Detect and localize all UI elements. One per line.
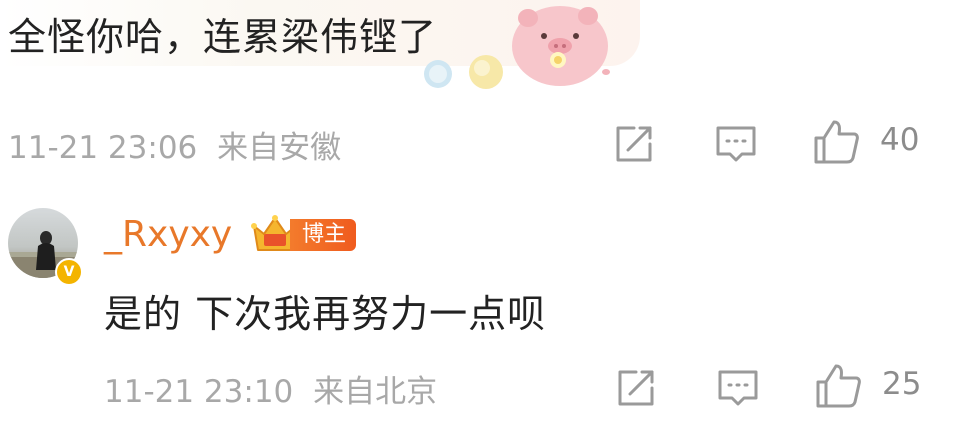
share-icon[interactable] (612, 122, 656, 166)
pig-sticker-icon (410, 0, 610, 92)
reply-timestamp: 11-21 23:10 来自北京 (104, 374, 438, 410)
like-count: 40 (880, 122, 920, 158)
like-icon[interactable] (814, 362, 862, 410)
like-icon[interactable] (812, 118, 860, 166)
comment-icon[interactable] (716, 366, 760, 410)
reply-text: 是的 下次我再努力一点呗 (104, 292, 547, 336)
like-count: 25 (882, 366, 922, 402)
comment-timestamp: 11-21 23:06 来自安徽 (8, 130, 342, 166)
username[interactable]: _Rxyxy (104, 214, 232, 255)
reply-location: 来自北京 (313, 374, 438, 410)
blogger-badge: 博主 (290, 219, 357, 251)
comment-text: 全怪你哈，连累梁伟铿了 (8, 15, 438, 59)
verified-badge-icon: V (55, 258, 83, 286)
comment-location: 来自安徽 (217, 130, 342, 166)
share-icon[interactable] (614, 366, 658, 410)
comment-icon[interactable] (714, 122, 758, 166)
